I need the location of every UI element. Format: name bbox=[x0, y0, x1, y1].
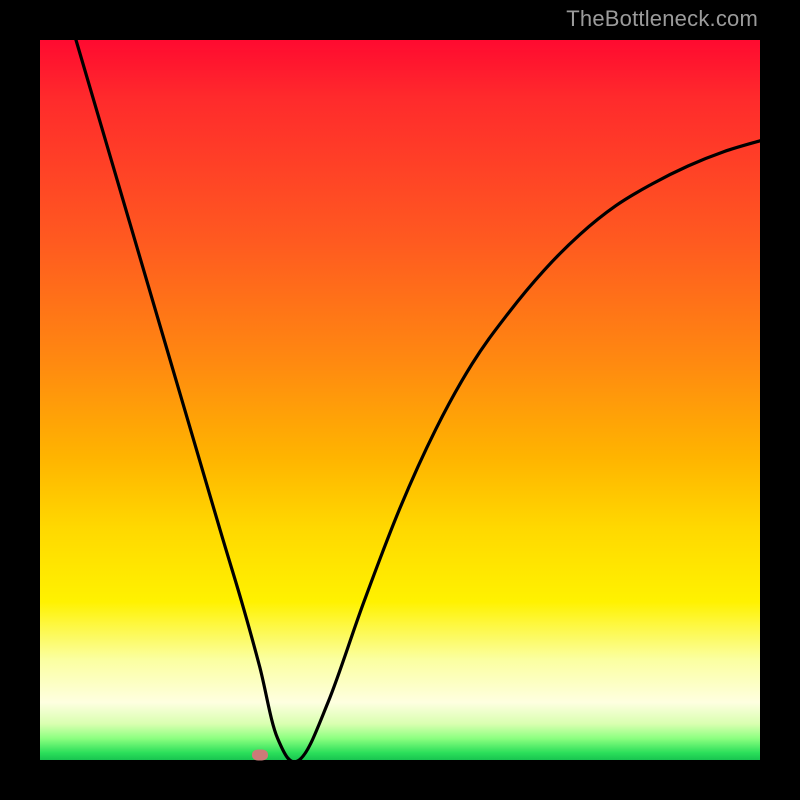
curve-svg bbox=[40, 40, 760, 760]
curve-path bbox=[76, 40, 760, 760]
watermark-text: TheBottleneck.com bbox=[566, 6, 758, 32]
plot-area bbox=[40, 40, 760, 760]
chart-frame: TheBottleneck.com bbox=[0, 0, 800, 800]
min-point-marker bbox=[252, 749, 268, 760]
